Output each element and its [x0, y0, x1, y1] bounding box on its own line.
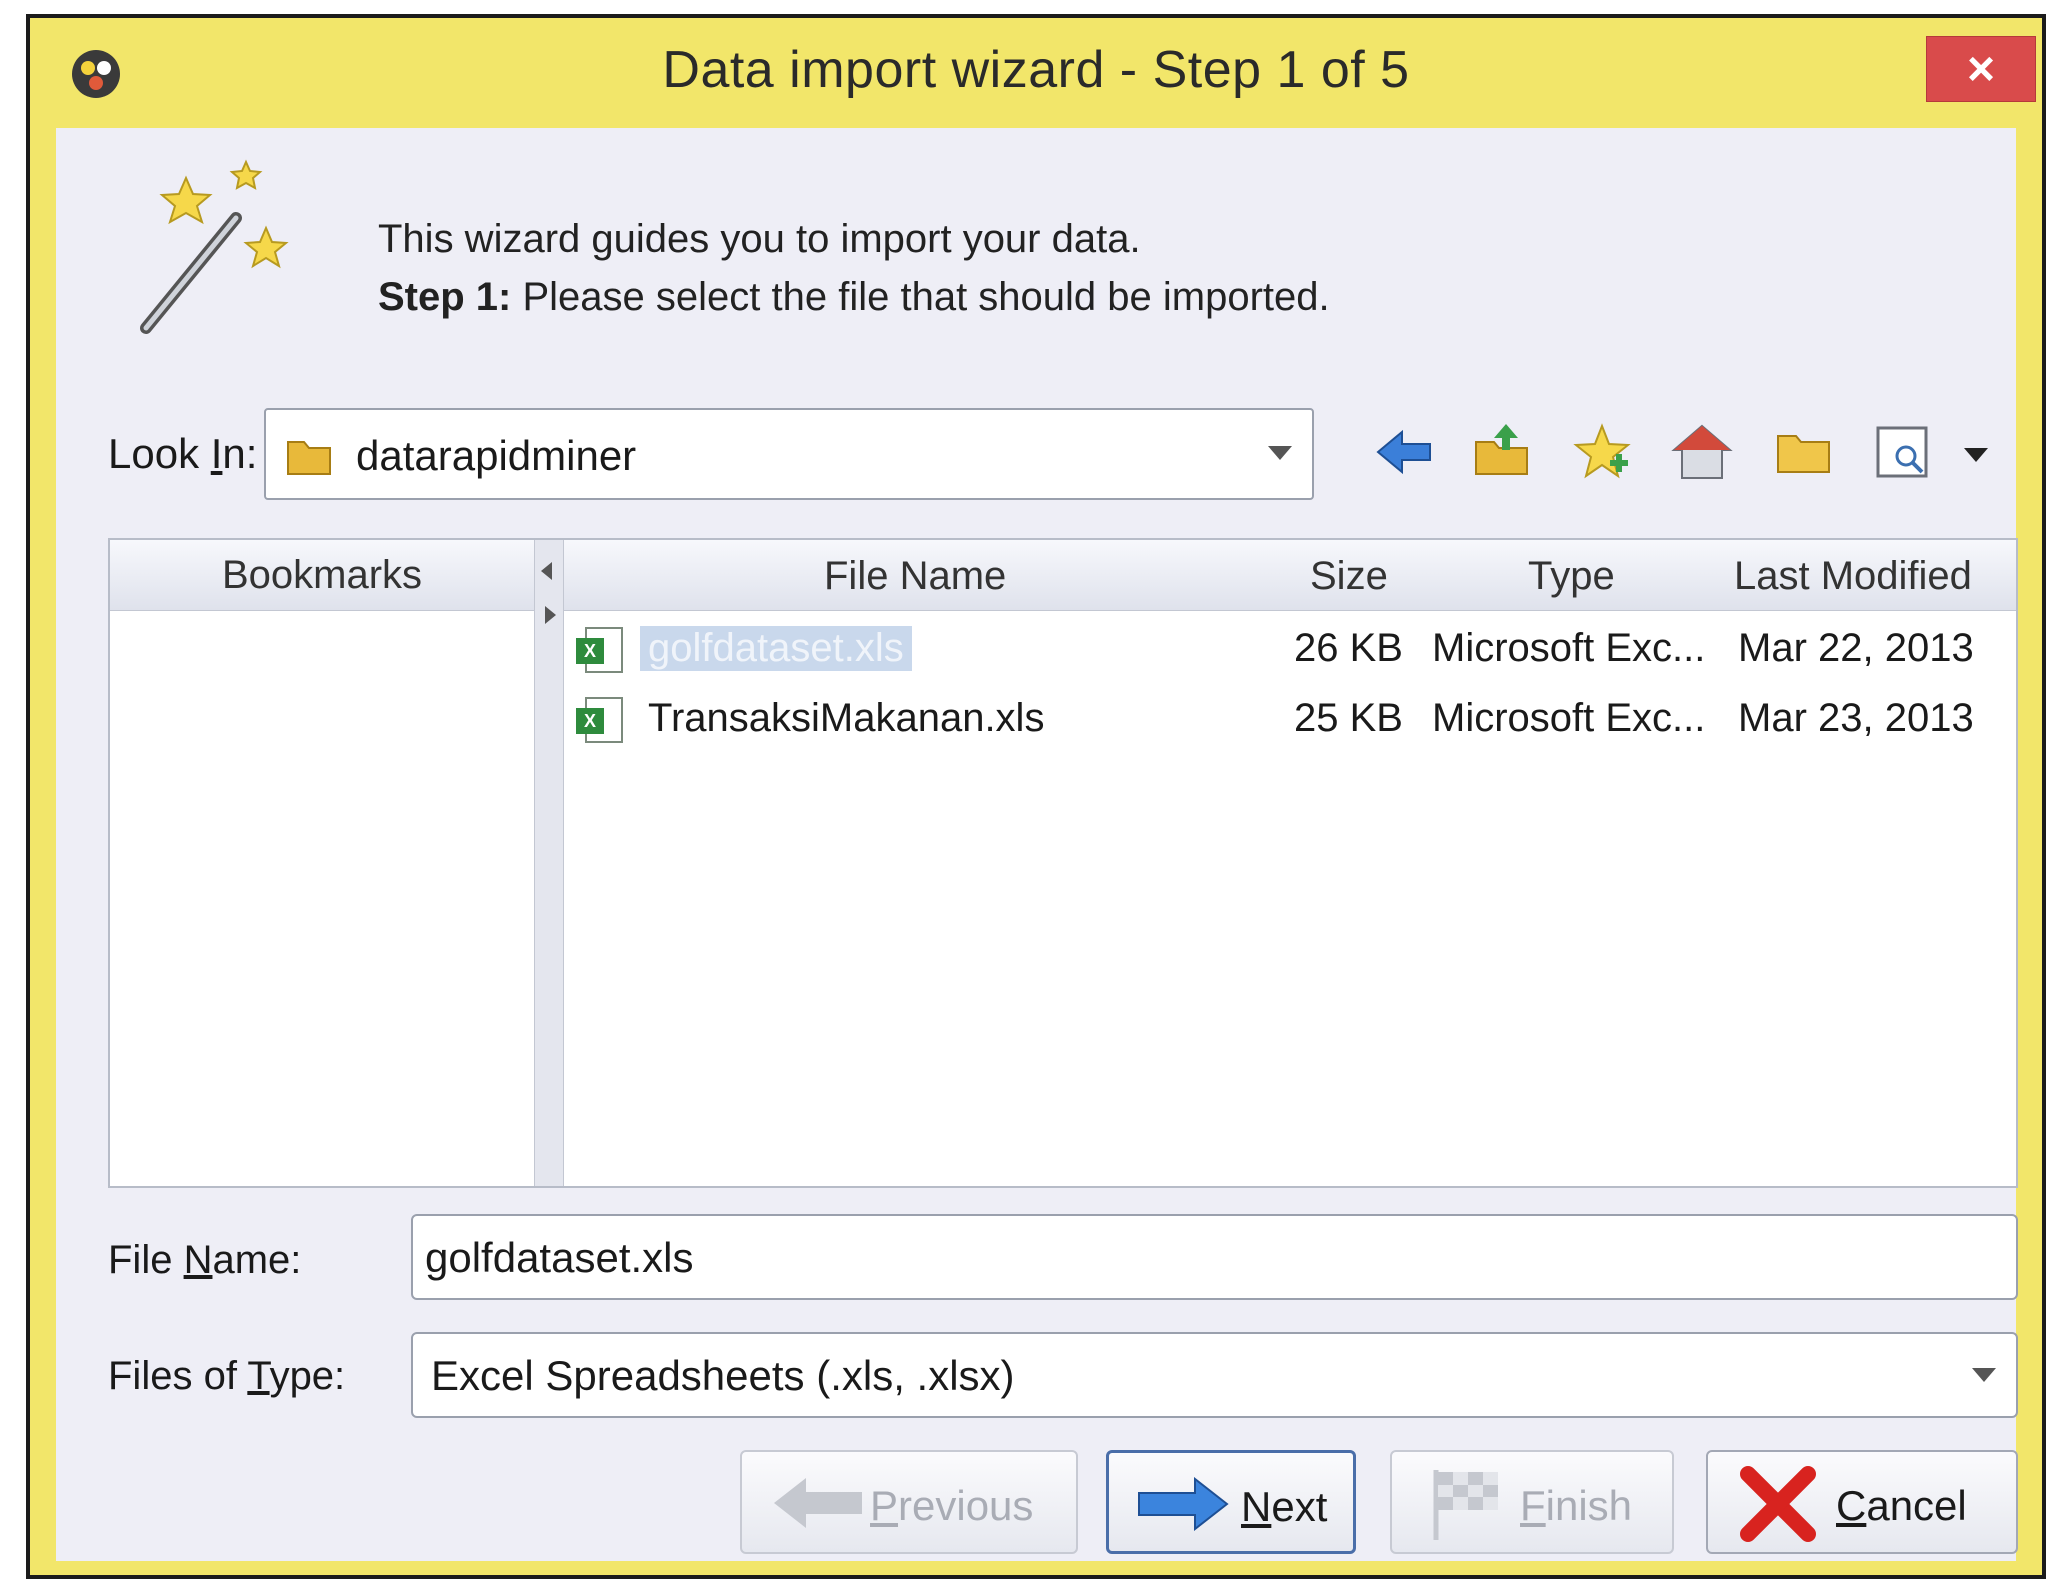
cancel-button[interactable]: Cancel — [1706, 1450, 2018, 1554]
finish-button[interactable]: Finish — [1390, 1450, 1674, 1554]
magic-wand-icon — [140, 159, 289, 334]
chevron-down-icon[interactable] — [1972, 1368, 1996, 1382]
close-icon: × — [1966, 42, 1996, 96]
file-chooser-panel: Bookmarks File Name Size Type Last Modif… — [108, 538, 2018, 1188]
view-details-icon[interactable] — [1872, 420, 1936, 484]
chevron-down-icon[interactable] — [1268, 446, 1292, 460]
new-folder-icon[interactable] — [1772, 420, 1836, 484]
bookmarks-header[interactable]: Bookmarks — [110, 540, 534, 611]
title-bar[interactable]: Data import wizard - Step 1 of 5 × — [30, 18, 2042, 128]
back-arrow-icon — [774, 1478, 862, 1528]
close-button[interactable]: × — [1926, 36, 2036, 102]
red-x-icon — [1740, 1466, 1816, 1542]
file-row[interactable]: X golfdataset.xls 26 KB Microsoft Exc...… — [564, 614, 2016, 684]
step-text: Please select the file that should be im… — [511, 275, 1330, 319]
file-row[interactable]: X TransaksiMakanan.xls 25 KB Microsoft E… — [564, 684, 2016, 754]
back-arrow-icon[interactable] — [1372, 420, 1436, 484]
window-title: Data import wizard - Step 1 of 5 — [662, 41, 1410, 99]
file-modified: Mar 23, 2013 — [1738, 696, 1974, 740]
wizard-content: This wizard guides you to import your da… — [56, 128, 2018, 1561]
svg-text:X: X — [584, 641, 596, 661]
column-type[interactable]: Type — [1528, 554, 1615, 599]
column-size[interactable]: Size — [1310, 554, 1388, 599]
panel-splitter[interactable] — [534, 540, 564, 1186]
intro-line: This wizard guides you to import your da… — [378, 217, 1141, 261]
file-modified: Mar 22, 2013 — [1738, 626, 1974, 670]
previous-button[interactable]: Previous — [740, 1450, 1078, 1554]
folder-icon — [287, 441, 331, 475]
file-name: TransaksiMakanan.xls — [648, 696, 1045, 740]
file-name-input[interactable]: golfdataset.xls — [411, 1214, 2018, 1300]
file-type: Microsoft Exc... — [1432, 696, 1706, 740]
column-last-modified[interactable]: Last Modified — [1734, 554, 1972, 599]
checkered-flag-icon — [1433, 1470, 1498, 1540]
next-button[interactable]: Next — [1106, 1450, 1356, 1554]
column-file-name[interactable]: File Name — [824, 554, 1006, 599]
files-of-type-value: Excel Spreadsheets (.xls, .xlsx) — [431, 1352, 1015, 1399]
file-size: 25 KB — [1294, 696, 1403, 740]
look-in-label: Look In: — [108, 430, 258, 477]
excel-file-icon: X — [576, 627, 623, 673]
file-size: 26 KB — [1294, 626, 1403, 670]
file-name: golfdataset.xls — [640, 626, 912, 671]
file-list-header: File Name Size Type Last Modified — [564, 540, 2016, 611]
look-in-value: datarapidminer — [356, 432, 637, 479]
next-arrow-icon — [1138, 1477, 1229, 1531]
excel-file-icon: X — [576, 697, 623, 743]
up-folder-icon[interactable] — [1470, 420, 1534, 484]
home-icon[interactable] — [1670, 420, 1734, 484]
svg-text:X: X — [584, 711, 596, 731]
files-of-type-label: Files of Type: — [108, 1354, 346, 1398]
file-name-label: File Name: — [108, 1238, 302, 1282]
view-menu-arrow-icon[interactable] — [1956, 420, 1996, 484]
step-instruction: Step 1: Please select the file that shou… — [378, 268, 1330, 326]
collapse-left-icon[interactable] — [541, 562, 552, 580]
file-type: Microsoft Exc... — [1432, 626, 1706, 670]
wizard-window: Data import wizard - Step 1 of 5 × This … — [26, 14, 2046, 1579]
look-in-combobox[interactable]: datarapidminer — [264, 408, 1314, 500]
expand-right-icon[interactable] — [545, 606, 556, 624]
step-label: Step 1: — [378, 275, 512, 319]
bookmark-star-icon[interactable] — [1570, 420, 1634, 484]
intro-text: This wizard guides you to import your da… — [378, 210, 1330, 326]
files-of-type-select[interactable]: Excel Spreadsheets (.xls, .xlsx) — [411, 1332, 2018, 1418]
